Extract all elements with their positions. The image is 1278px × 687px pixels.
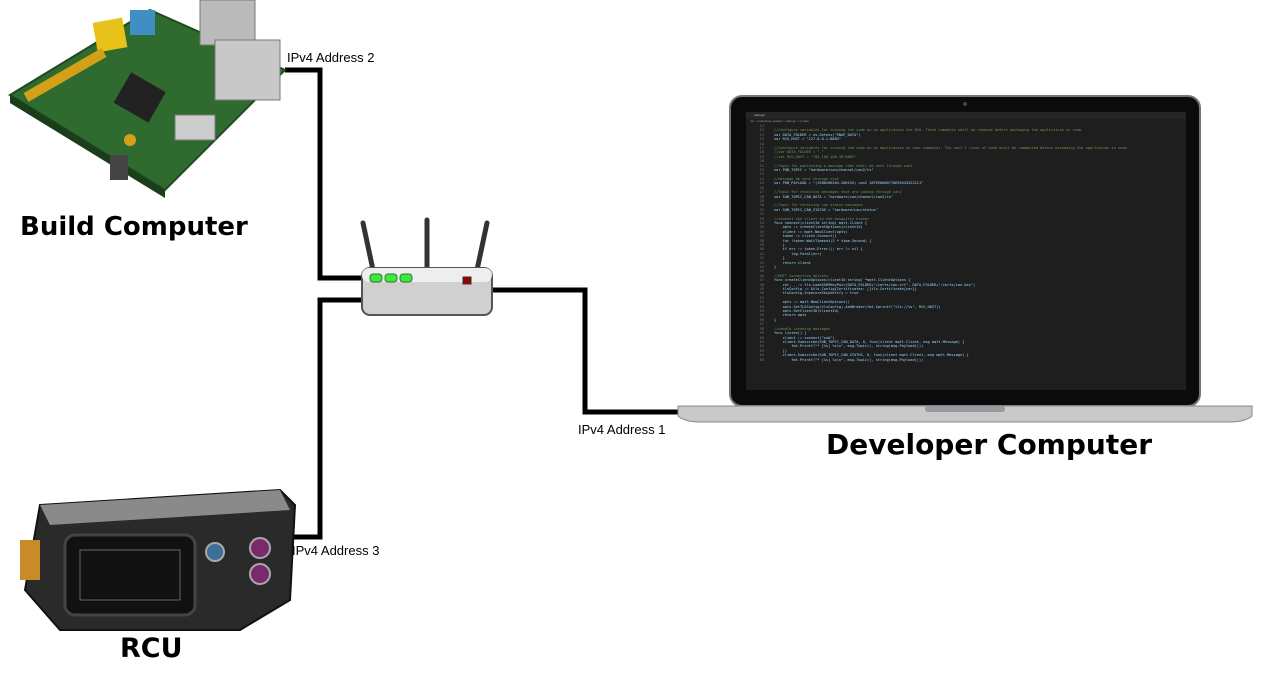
- link-router-developer-computer: [492, 287, 690, 415]
- rcu-device-icon: [20, 488, 297, 631]
- code-text: tlsConfig.InsecureSkipVerify = true: [774, 291, 859, 296]
- developer-computer-label: Developer Computer: [826, 428, 1153, 461]
- code-text: //Topic for publishing a message that sh…: [774, 163, 913, 168]
- code-text: opts := createClientOptions(clientId): [774, 225, 863, 230]
- code-text: opts := mqtt.NewClientOptions(): [774, 300, 850, 305]
- code-text: var SUB_TOPIC_CAN_STATUS = "hardware/can…: [774, 207, 878, 212]
- code-content: 12 13//Configure variables for running th…: [746, 124, 1186, 362]
- code-text: client := connect("sub"): [774, 335, 835, 340]
- code-text: }: [774, 256, 785, 261]
- code-text: fmt.Printf("* [%s] %s\n", msg.Topic(), s…: [774, 357, 924, 362]
- code-text: //var RCU_HOST = "192.168.100.36:8883": [774, 154, 857, 159]
- router-icon: [360, 217, 493, 316]
- code-text: //var DATA_FOLDER = ".": [774, 150, 824, 155]
- code-text: opts.SetClientID(clientId): [774, 309, 839, 314]
- code-text: }: [774, 317, 777, 322]
- build-computer-board-icon: [8, 0, 287, 198]
- editor-tab[interactable]: main.go: [746, 112, 1186, 119]
- code-text: if err := token.Error(); err != nil {: [774, 247, 863, 252]
- code-text: cer, _ := tls.LoadX509KeyPair(DATA_FOLDE…: [774, 282, 976, 287]
- code-text: log.Fatal(err): [774, 251, 822, 256]
- code-text: var PUB_PAYLOAD = "(1586206204.286194) c…: [774, 181, 924, 186]
- ipv4-address-2-label: IPv4 Address 2: [287, 50, 375, 65]
- code-text: //message be sent through can2: [774, 176, 839, 181]
- build-computer-label: Build Computer: [20, 212, 248, 242]
- code-text: //Topic for receiving messages that are …: [774, 190, 902, 195]
- ipv4-address-3-label: IPv4 Address 3: [292, 543, 380, 558]
- code-text: var SUB_TOPIC_CAN_DATA = "hardware/can/c…: [774, 194, 893, 199]
- code-text: return opts: [774, 313, 807, 318]
- link-build-computer-router: [285, 67, 362, 281]
- code-text: token := client.Connect(): [774, 234, 837, 239]
- line-number: 65: [759, 357, 764, 362]
- code-text: func listen() {: [774, 331, 807, 336]
- code-text: var PUB_TOPIC = "hardware/can/channel/ca…: [774, 168, 874, 173]
- code-text: tlsConfig := &tls.Config{Certificates: […: [774, 287, 917, 292]
- code-line: 65 fmt.Printf("* [%s] %s\n", msg.Topic()…: [748, 358, 1186, 362]
- code-text: var DATA_FOLDER = os.Getenv("SNAP_DATA"): [774, 132, 861, 137]
- code-text: return client: [774, 260, 811, 265]
- code-text: }: [774, 242, 785, 247]
- code-text: client.Subscribe(SUB_TOPIC_CAN_DATA, 0, …: [774, 339, 965, 344]
- code-text: //connect the client to the mosquitto br…: [774, 216, 870, 221]
- code-text: var RCU_HOST = "127.0.0.1:8883": [774, 137, 842, 142]
- code-text: //handle incoming messages: [774, 326, 831, 331]
- code-text: fmt.Printf("* [%s] %s\n", msg.Topic(), s…: [774, 344, 924, 349]
- code-text: //Configure variables for running the co…: [774, 128, 1082, 133]
- ipv4-address-1-label: IPv4 Address 1: [578, 422, 666, 437]
- code-text: opts.SetTLSConfig(tlsConfig).AddBroker(f…: [774, 304, 941, 309]
- code-text: //Configure variables for running the co…: [774, 146, 1127, 151]
- code-text: func connect(clientId string) mqtt.Clien…: [774, 220, 868, 225]
- code-text: client.Subscribe(SUB_TOPIC_CAN_STATUS, 0…: [774, 353, 969, 358]
- code-text: func createClientOptions(clientId string…: [774, 278, 911, 283]
- code-text: for !token.WaitTimeout(3 * time.Second) …: [774, 238, 872, 243]
- code-text: //MQTT Connection options: [774, 273, 829, 278]
- code-text: //Topic for receiving can status message…: [774, 203, 863, 208]
- code-editor-screen: main.go rcu > mqtt-demo-golang > main.go…: [746, 112, 1186, 390]
- code-text: }: [774, 265, 777, 269]
- code-text: client := mqtt.NewClient(opts): [774, 229, 848, 234]
- code-text: }): [774, 348, 787, 353]
- rcu-label: RCU: [120, 633, 183, 664]
